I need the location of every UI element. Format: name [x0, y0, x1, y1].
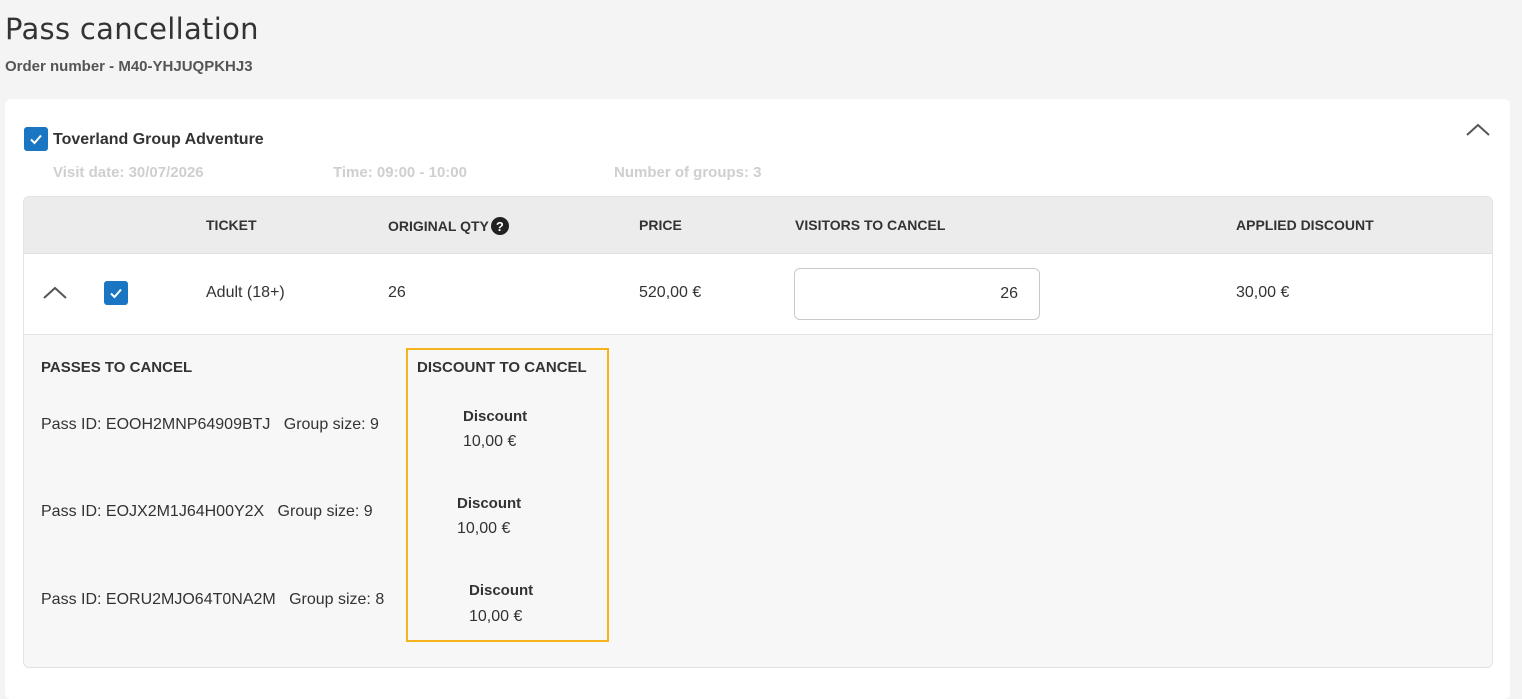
visitors-to-cancel-input[interactable] — [794, 268, 1040, 320]
header-visitors-to-cancel: VISITORS TO CANCEL — [795, 217, 946, 233]
header-price: PRICE — [639, 217, 682, 233]
applied-discount: 30,00 € — [1236, 284, 1290, 301]
table-row: Adult (18+) 26 520,00 € 30,00 € — [24, 254, 1492, 335]
header-original-qty: ORIGINAL QTY ? — [388, 217, 509, 235]
chevron-up-icon — [1466, 123, 1490, 136]
tickets-table: TICKET ORIGINAL QTY ? PRICE VISITORS TO … — [23, 196, 1493, 668]
row-checkbox[interactable] — [104, 281, 128, 305]
price: 520,00 € — [639, 284, 702, 301]
ticket-type: Adult (18+) — [206, 284, 285, 301]
discount-value: 10,00 € — [457, 520, 511, 537]
discount-label: Discount — [457, 495, 522, 512]
header-ticket: TICKET — [206, 217, 257, 233]
table-header: TICKET ORIGINAL QTY ? PRICE VISITORS TO … — [24, 197, 1492, 254]
discount-to-cancel-title: DISCOUNT TO CANCEL — [417, 359, 587, 376]
discount-to-cancel-box: DISCOUNT TO CANCEL Discount 10,00 € Disc… — [406, 348, 609, 642]
visit-date: Visit date: 30/07/2026 — [53, 164, 204, 181]
header-original-qty-label: ORIGINAL QTY — [388, 218, 489, 234]
page-title: Pass cancellation — [5, 12, 259, 46]
discount-label: Discount — [463, 408, 528, 425]
discount-value: 10,00 € — [469, 608, 523, 625]
discount-value: 10,00 € — [463, 433, 517, 450]
header-applied-discount: APPLIED DISCOUNT — [1236, 217, 1374, 233]
row-details: PASSES TO CANCEL Pass ID: EOOH2MNP64909B… — [24, 335, 1492, 667]
original-qty: 26 — [388, 284, 406, 301]
checkmark-icon — [110, 288, 122, 299]
visit-time: Time: 09:00 - 10:00 — [333, 164, 467, 181]
product-checkbox[interactable] — [24, 127, 48, 151]
chevron-up-icon — [43, 286, 67, 299]
pass-item: Pass ID: EOJX2M1J64H00Y2X Group size: 9 — [41, 503, 373, 520]
passes-to-cancel-title: PASSES TO CANCEL — [41, 359, 193, 376]
pass-item: Pass ID: EOOH2MNP64909BTJ Group size: 9 — [41, 416, 379, 433]
product-card: Toverland Group Adventure Visit date: 30… — [5, 99, 1510, 699]
collapse-card-button[interactable] — [1465, 121, 1491, 139]
collapse-row-button[interactable] — [42, 284, 68, 302]
help-icon[interactable]: ? — [490, 217, 509, 235]
product-name: Toverland Group Adventure — [53, 131, 264, 148]
pass-item: Pass ID: EORU2MJO64T0NA2M Group size: 8 — [41, 591, 385, 608]
order-number: Order number - M40-YHJUQPKHJ3 — [5, 58, 253, 75]
checkmark-icon — [30, 134, 42, 145]
number-of-groups: Number of groups: 3 — [614, 164, 762, 181]
discount-label: Discount — [469, 582, 534, 599]
